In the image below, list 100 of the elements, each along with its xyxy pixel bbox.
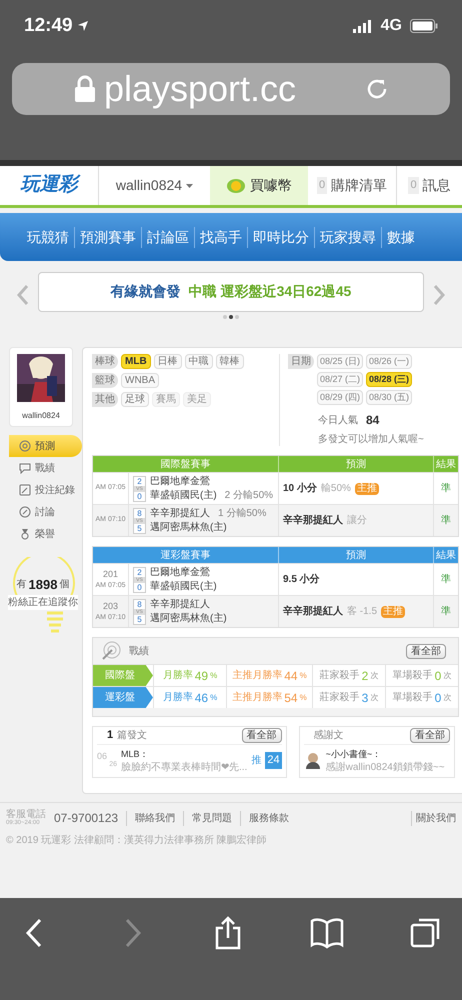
sidebar-item[interactable]: 投注紀錄	[9, 479, 82, 501]
date-chip[interactable]: 08/27 (二)	[317, 372, 364, 387]
messages-button[interactable]: 0 訊息	[396, 166, 462, 205]
stat-unit: 次	[443, 670, 452, 682]
view-all-button[interactable]: 看全部	[410, 728, 450, 743]
fans-suffix: 個	[59, 578, 70, 592]
footer-link[interactable]: 服務條款	[240, 810, 290, 826]
filter-chip[interactable]: 足球	[121, 392, 149, 407]
pencil-icon	[19, 484, 31, 496]
section-title: 篇發文	[117, 728, 148, 743]
chat-icon	[19, 462, 31, 474]
badge: 主推	[354, 482, 379, 494]
username: wallin0824	[22, 410, 60, 422]
fans-count: 1898	[28, 576, 58, 594]
post-category: MLB：	[121, 748, 150, 761]
prediction-note: 讓分	[347, 514, 367, 528]
stat-value: 46	[194, 690, 208, 706]
sidebar-item[interactable]: 預測	[9, 435, 82, 457]
sidebar-item[interactable]: 討論	[9, 501, 82, 523]
nav-link[interactable]: 玩競猜	[22, 226, 74, 248]
tabs-icon[interactable]	[410, 916, 442, 950]
stat-value: 3	[362, 690, 368, 706]
signal-icon	[352, 20, 373, 32]
fans-caption: 粉絲正在追蹤你	[8, 594, 78, 610]
lock-icon	[74, 75, 96, 103]
date-chip[interactable]: 08/29 (四)	[317, 390, 364, 405]
stat-value: 0	[434, 690, 442, 706]
nav-link[interactable]: 找高手	[194, 226, 247, 248]
filter-chip[interactable]: MLB	[121, 354, 151, 369]
team-name: 辛辛那提紅人	[150, 598, 210, 612]
date-chip[interactable]: 08/30 (五)	[366, 390, 412, 405]
phone-label: 客服電話	[6, 809, 46, 820]
sidebar-item[interactable]: 榮譽	[9, 523, 82, 545]
nav-link[interactable]: 數據	[381, 226, 420, 248]
team-name: 巴爾地摩金鶯	[150, 474, 210, 488]
nav-link[interactable]: 玩家搜尋	[314, 226, 381, 248]
post-excerpt[interactable]: 臉臉約不專業表棒時間❤先...	[121, 762, 248, 772]
nav-link[interactable]: 預測賽事	[74, 226, 141, 248]
score: 2	[137, 476, 142, 486]
filter-label: 其他	[92, 392, 118, 407]
thanks-author: ~小小書僮~：	[326, 748, 382, 761]
stat-value: 2	[362, 668, 368, 684]
view-all-button[interactable]: 看全部	[242, 728, 282, 743]
stat-label: 主推月勝率	[232, 690, 282, 705]
stat-label: 莊家殺手	[320, 690, 360, 705]
team-name: 辛辛那提紅人	[150, 506, 210, 520]
prediction: 10 小分	[283, 482, 317, 496]
column-header: 結果	[435, 458, 457, 472]
book-icon[interactable]	[310, 916, 344, 950]
score: 2	[137, 568, 142, 576]
phone-number: 07-9700123	[54, 810, 118, 827]
banner-highlight: 中職 運彩盤近34日62過45	[188, 282, 352, 301]
footer-link[interactable]: 常見問題	[183, 810, 232, 826]
buy-coins-button[interactable]: 買噱幣	[210, 166, 308, 205]
score: 5	[137, 614, 142, 624]
prediction: 辛辛那提紅人	[283, 604, 343, 619]
footer-link[interactable]: 聯絡我們	[126, 810, 176, 826]
stat-value: 49	[194, 668, 208, 684]
filter-chip[interactable]: 日棒	[154, 354, 182, 369]
score: 0	[137, 492, 142, 500]
cart-button[interactable]: 0 購牌清單	[308, 166, 396, 205]
post-count: 1	[107, 728, 114, 744]
target-icon	[101, 641, 121, 661]
banner-card[interactable]: 有緣就會發 中職 運彩盤近34日62過45	[38, 272, 424, 312]
filter-chip[interactable]: WNBA	[121, 373, 159, 388]
stat-unit: %	[210, 692, 218, 704]
footer-link[interactable]: 關於我們	[411, 810, 456, 826]
battery-icon	[410, 19, 438, 33]
copyright: © 2019 玩運彩 法律顧問：漢英得力法律事務所 陳鵬宏律師	[6, 834, 268, 848]
view-all-button[interactable]: 看全部	[406, 644, 446, 658]
filter-chip[interactable]: 中職	[184, 354, 213, 369]
result: 準	[441, 605, 451, 619]
chevron-left-icon[interactable]	[16, 284, 30, 306]
result: 準	[441, 573, 451, 587]
row-label: 運彩盤	[93, 687, 153, 708]
game-number: 203	[102, 600, 118, 612]
stat-unit: %	[300, 670, 307, 682]
date-chip[interactable]: 08/28 (三)	[366, 372, 412, 387]
share-icon[interactable]	[213, 916, 243, 950]
date-chip[interactable]: 08/26 (一)	[366, 354, 412, 369]
popularity-hint: 多發文可以增加人氣喔~	[318, 432, 425, 447]
game-number: 201	[102, 568, 118, 580]
count-badge: 0	[316, 177, 328, 194]
target-icon	[19, 440, 31, 452]
avatar	[304, 751, 322, 770]
reload-icon[interactable]	[366, 78, 388, 100]
date-chip[interactable]: 08/25 (日)	[317, 354, 364, 369]
team-name: 邁阿密馬林魚(主)	[150, 520, 227, 534]
address-bar[interactable]: playsport.cc	[12, 63, 450, 115]
chevron-right-icon[interactable]	[432, 284, 446, 306]
nav-link[interactable]: 即時比分	[247, 226, 314, 248]
prediction: 辛辛那提紅人	[283, 513, 343, 528]
filter-label: 籃球	[92, 373, 118, 388]
section-title: 感謝文	[314, 728, 345, 743]
filter-chip[interactable]: 韓棒	[216, 354, 244, 369]
sidebar-item[interactable]: 戰績	[9, 457, 82, 479]
nav-link[interactable]: 討論區	[141, 226, 194, 248]
team-name: 華盛頓國民(主)	[150, 488, 217, 502]
fans-prefix: 有	[16, 578, 27, 592]
stat-label: 莊家殺手	[320, 668, 360, 683]
